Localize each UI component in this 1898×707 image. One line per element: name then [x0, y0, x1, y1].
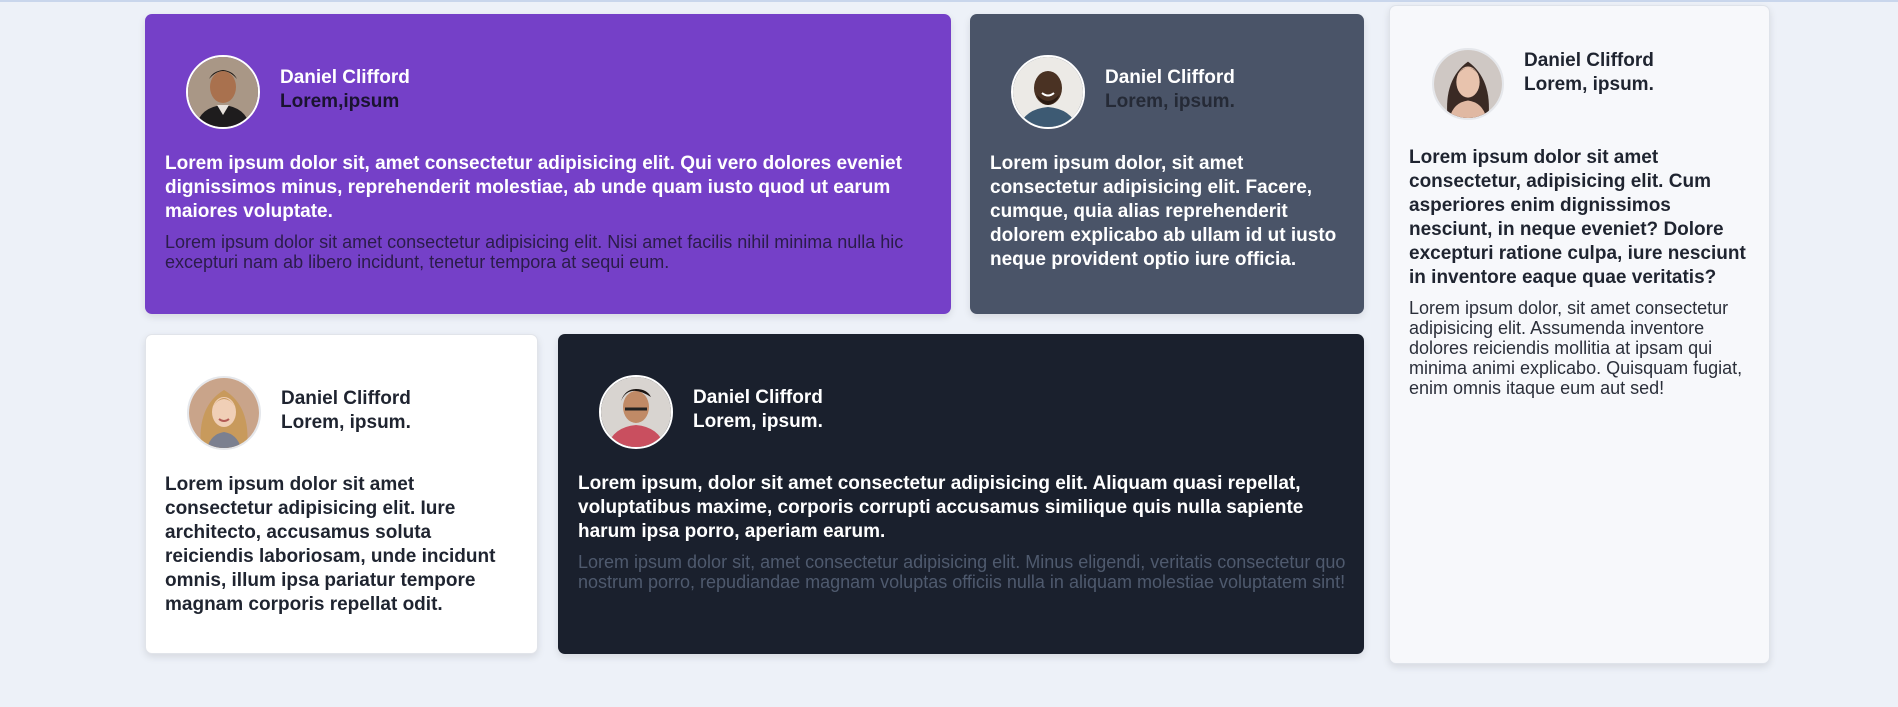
avatar [1011, 55, 1085, 129]
testimonial-card-5: Daniel Clifford Lorem, ipsum. Lorem ipsu… [558, 334, 1364, 654]
author-role: Lorem, ipsum. [1524, 74, 1654, 95]
author-role: Lorem, ipsum. [281, 412, 411, 433]
avatar [599, 375, 673, 449]
card-header: Daniel Clifford Lorem,ipsum [186, 55, 410, 129]
testimonial-quote: Lorem ipsum dolor sit, amet consectetur … [165, 153, 902, 222]
card-header: Daniel Clifford Lorem, ipsum. [1011, 55, 1235, 129]
avatar [1432, 48, 1504, 120]
author-name: Daniel Clifford [1524, 50, 1654, 71]
avatar [186, 55, 260, 129]
card-header: Daniel Clifford Lorem, ipsum. [599, 375, 823, 449]
testimonial-text: Lorem ipsum dolor sit, amet consectetur … [578, 552, 1346, 592]
testimonial-text: Lorem ipsum dolor, sit amet consectetur … [1409, 298, 1743, 398]
testimonial-card-2: Daniel Clifford Lorem, ipsum. Lorem ipsu… [970, 14, 1364, 314]
testimonial-quote: Lorem ipsum dolor, sit amet consectetur … [990, 153, 1337, 270]
author-name: Daniel Clifford [693, 387, 823, 408]
card-header: Daniel Clifford Lorem, ipsum. [1432, 48, 1654, 120]
card-header: Daniel Clifford Lorem, ipsum. [187, 376, 411, 450]
author-role: Lorem,ipsum [280, 91, 400, 112]
testimonial-text: Lorem ipsum dolor sit amet consectetur a… [165, 232, 904, 272]
testimonial-quote: Lorem ipsum dolor sit amet consectetur a… [165, 474, 496, 615]
avatar [187, 376, 261, 450]
testimonial-card-4: Daniel Clifford Lorem, ipsum. Lorem ipsu… [145, 334, 538, 654]
author-name: Daniel Clifford [1105, 67, 1235, 88]
author-role: Lorem, ipsum. [693, 411, 823, 432]
testimonial-quote: Lorem ipsum dolor sit amet consectetur, … [1409, 147, 1746, 288]
testimonial-quote: Lorem ipsum, dolor sit amet consectetur … [578, 473, 1304, 542]
author-role: Lorem, ipsum. [1105, 91, 1235, 112]
author-name: Daniel Clifford [280, 67, 410, 88]
testimonial-card-3: Daniel Clifford Lorem, ipsum. Lorem ipsu… [1389, 5, 1770, 664]
author-name: Daniel Clifford [281, 388, 411, 409]
testimonial-card-1: Daniel Clifford Lorem,ipsum Lorem ipsum … [145, 14, 951, 314]
